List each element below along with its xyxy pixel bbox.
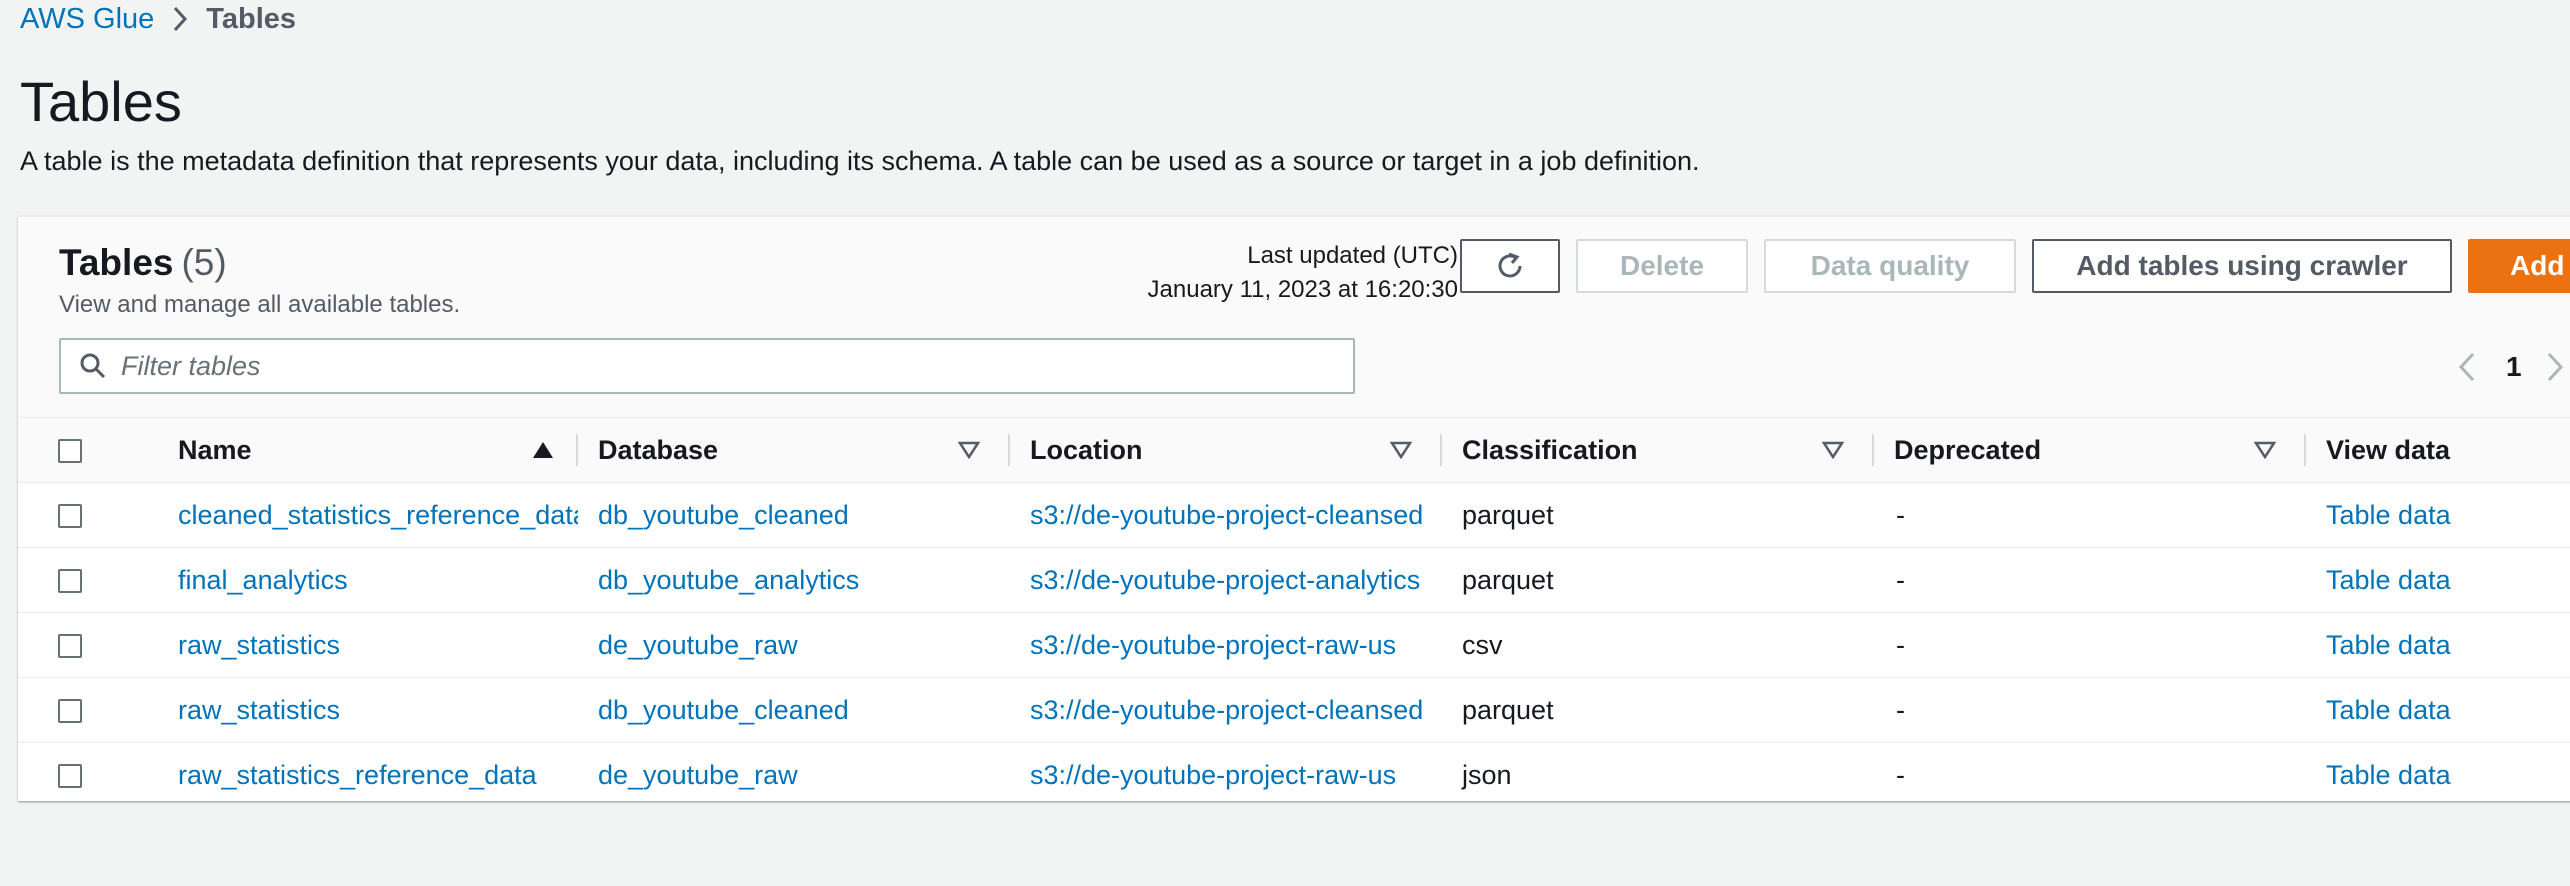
deprecated-value: - bbox=[1896, 499, 1905, 530]
table-name-link[interactable]: final_analytics bbox=[178, 565, 348, 596]
last-updated-value: January 11, 2023 at 16:20:30 bbox=[1147, 276, 1458, 303]
table-data-link[interactable]: Table data bbox=[2326, 695, 2451, 726]
database-link[interactable]: db_youtube_cleaned bbox=[598, 695, 849, 726]
tables-table: Name Database Location Classification De… bbox=[18, 417, 2570, 807]
column-header-view-data: View data bbox=[2306, 417, 2570, 483]
filter-tables-field bbox=[59, 338, 1355, 394]
deprecated-value: - bbox=[1896, 694, 1905, 725]
classification-value: parquet bbox=[1462, 499, 1554, 530]
last-updated: Last updated (UTC) January 11, 2023 at 1… bbox=[1148, 239, 1458, 307]
database-link[interactable]: de_youtube_raw bbox=[598, 630, 798, 661]
location-link[interactable]: s3://de-youtube-project-raw-us bbox=[1030, 630, 1396, 661]
location-link[interactable]: s3://de-youtube-project-cleansed bbox=[1030, 500, 1423, 531]
next-page-icon[interactable] bbox=[2546, 352, 2564, 382]
pagination: 1 bbox=[2458, 342, 2564, 392]
previous-page-icon[interactable] bbox=[2458, 352, 2476, 382]
deprecated-value: - bbox=[1896, 564, 1905, 595]
location-link[interactable]: s3://de-youtube-project-analytics bbox=[1030, 565, 1420, 596]
database-link[interactable]: de_youtube_raw bbox=[598, 760, 798, 791]
tables-panel: Tables (5) View and manage all available … bbox=[18, 216, 2570, 801]
table-name-link[interactable]: raw_statistics bbox=[178, 630, 340, 661]
database-link[interactable]: db_youtube_analytics bbox=[598, 565, 859, 596]
location-link[interactable]: s3://de-youtube-project-raw-us bbox=[1030, 760, 1396, 791]
column-header-name[interactable]: Name bbox=[158, 417, 578, 483]
row-checkbox[interactable] bbox=[58, 699, 82, 724]
page-title: Tables bbox=[20, 70, 182, 133]
row-checkbox[interactable] bbox=[58, 504, 82, 529]
classification-value: parquet bbox=[1462, 694, 1554, 725]
sort-icon[interactable] bbox=[2254, 441, 2276, 459]
column-label-view-data: View data bbox=[2326, 434, 2451, 465]
table-data-link[interactable]: Table data bbox=[2326, 500, 2451, 531]
select-all-cell bbox=[18, 417, 158, 483]
row-checkbox[interactable] bbox=[58, 569, 82, 594]
table-row: raw_statistics db_youtube_cleaned s3://d… bbox=[18, 677, 2570, 743]
select-all-checkbox[interactable] bbox=[58, 439, 82, 464]
table-row: raw_statistics de_youtube_raw s3://de-yo… bbox=[18, 612, 2570, 678]
table-name-link[interactable]: raw_statistics_reference_data bbox=[178, 760, 537, 791]
deprecated-value: - bbox=[1896, 759, 1905, 790]
table-data-link[interactable]: Table data bbox=[2326, 565, 2451, 596]
page-number[interactable]: 1 bbox=[2506, 351, 2522, 383]
column-label-location: Location bbox=[1030, 434, 1143, 465]
column-label-name: Name bbox=[178, 434, 252, 465]
filter-tables-input[interactable] bbox=[119, 349, 1303, 383]
search-icon bbox=[79, 352, 107, 380]
panel-header: Tables (5) View and manage all available … bbox=[18, 217, 2570, 417]
table-row: raw_statistics_reference_data de_youtube… bbox=[18, 743, 2570, 808]
column-header-database[interactable]: Database bbox=[578, 417, 1010, 483]
deprecated-value: - bbox=[1896, 629, 1905, 660]
sort-icon[interactable] bbox=[1390, 441, 1412, 459]
breadcrumb-aws-glue-link[interactable]: AWS Glue bbox=[20, 3, 154, 36]
panel-title: Tables (5) bbox=[59, 239, 227, 287]
table-data-link[interactable]: Table data bbox=[2326, 760, 2451, 791]
row-checkbox[interactable] bbox=[58, 764, 82, 789]
panel-description: View and manage all available tables. bbox=[59, 291, 461, 318]
breadcrumb: AWS Glue Tables bbox=[20, 0, 296, 38]
column-label-deprecated: Deprecated bbox=[1894, 434, 2042, 465]
sort-ascending-icon[interactable] bbox=[532, 441, 554, 459]
refresh-button[interactable] bbox=[1460, 239, 1560, 293]
table-row: cleaned_statistics_reference_data db_you… bbox=[18, 482, 2570, 548]
sort-icon[interactable] bbox=[958, 441, 980, 459]
sort-icon[interactable] bbox=[1822, 441, 1844, 459]
database-link[interactable]: db_youtube_cleaned bbox=[598, 500, 849, 531]
column-label-database: Database bbox=[598, 434, 719, 465]
classification-value: json bbox=[1462, 759, 1512, 790]
delete-button[interactable]: Delete bbox=[1576, 239, 1748, 293]
table-header-row: Name Database Location Classification De… bbox=[18, 417, 2570, 483]
row-checkbox[interactable] bbox=[58, 634, 82, 659]
table-row: final_analytics db_youtube_analytics s3:… bbox=[18, 547, 2570, 613]
add-table-button[interactable]: Add bbox=[2468, 239, 2570, 293]
location-link[interactable]: s3://de-youtube-project-cleansed bbox=[1030, 695, 1423, 726]
column-label-classification: Classification bbox=[1462, 434, 1638, 465]
column-header-location[interactable]: Location bbox=[1010, 417, 1442, 483]
chevron-right-icon bbox=[172, 6, 188, 32]
table-name-link[interactable]: raw_statistics bbox=[178, 695, 340, 726]
data-quality-button[interactable]: Data quality bbox=[1764, 239, 2016, 293]
panel-title-text: Tables bbox=[59, 242, 174, 283]
breadcrumb-current: Tables bbox=[206, 2, 297, 35]
last-updated-label: Last updated (UTC) bbox=[1247, 242, 1458, 269]
page-description: A table is the metadata definition that … bbox=[20, 146, 1700, 176]
refresh-icon bbox=[1493, 249, 1527, 283]
table-data-link[interactable]: Table data bbox=[2326, 630, 2451, 661]
column-header-deprecated[interactable]: Deprecated bbox=[1874, 417, 2306, 483]
add-tables-using-crawler-button[interactable]: Add tables using crawler bbox=[2032, 239, 2452, 293]
column-header-classification[interactable]: Classification bbox=[1442, 417, 1874, 483]
classification-value: csv bbox=[1462, 629, 1503, 660]
classification-value: parquet bbox=[1462, 564, 1554, 595]
table-count: (5) bbox=[181, 242, 227, 283]
table-name-link[interactable]: cleaned_statistics_reference_data bbox=[178, 500, 578, 531]
